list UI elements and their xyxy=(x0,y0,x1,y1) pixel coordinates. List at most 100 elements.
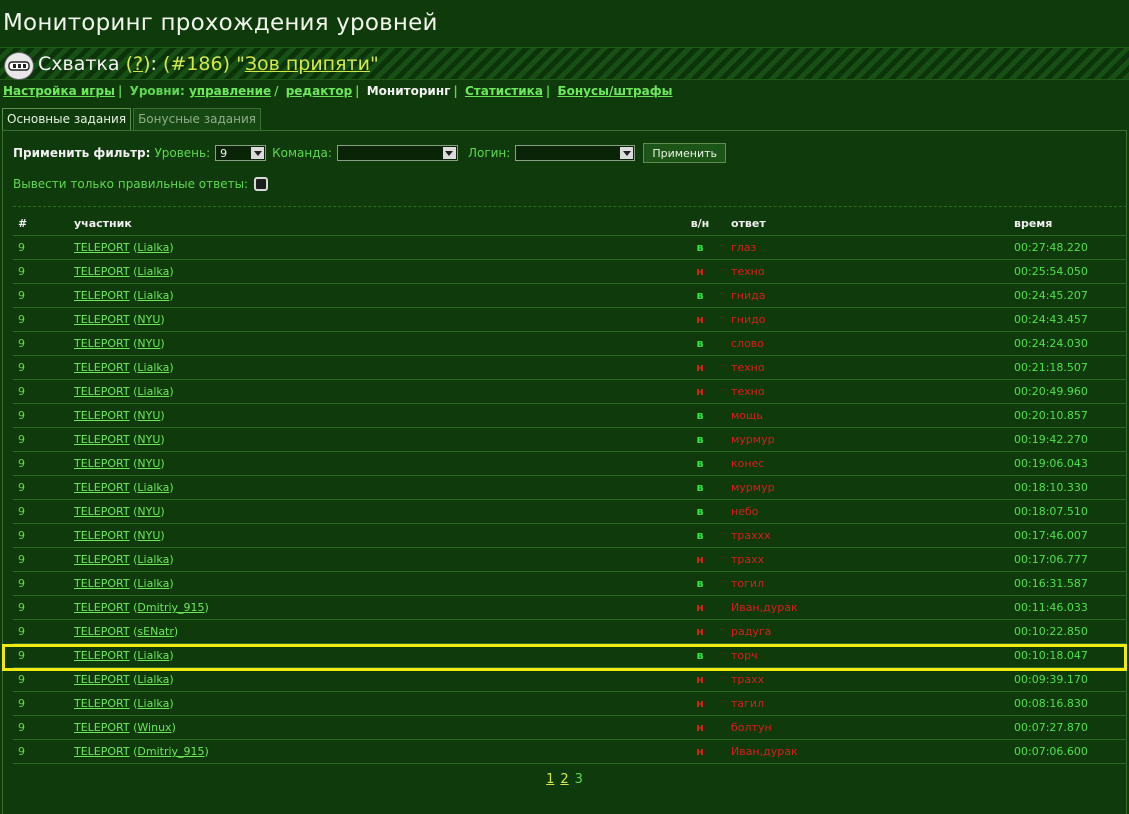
col-correct-header: в/н xyxy=(674,212,726,236)
row-time: 00:19:06.043 xyxy=(1009,451,1127,476)
nav-bonuses[interactable]: Бонусы/штрафы xyxy=(558,84,673,98)
row-level: 9 xyxy=(13,523,69,548)
game-name-link[interactable]: Зов припяти xyxy=(245,53,370,75)
table-row: 9 TELEPORT (Lialka) в мурмур 00:18:10.330 xyxy=(13,475,1127,500)
user-link[interactable]: NYU xyxy=(137,529,160,542)
team-link[interactable]: TELEPORT xyxy=(74,289,130,302)
row-level: 9 xyxy=(13,427,69,452)
user-link[interactable]: NYU xyxy=(137,457,160,470)
user-link[interactable]: Winux xyxy=(137,721,171,734)
user-link[interactable]: Dmitriy_915 xyxy=(137,745,204,758)
user-link[interactable]: NYU xyxy=(137,409,160,422)
user-link[interactable]: Lialka xyxy=(137,241,169,254)
user-link[interactable]: sENatr xyxy=(137,625,174,638)
filter-title: Применить фильтр: xyxy=(13,146,151,160)
page-link[interactable]: 2 xyxy=(560,772,568,787)
team-link[interactable]: TELEPORT xyxy=(74,313,130,326)
team-link[interactable]: TELEPORT xyxy=(74,433,130,446)
row-time: 00:24:43.457 xyxy=(1009,307,1127,332)
team-link[interactable]: TELEPORT xyxy=(74,601,130,614)
team-link[interactable]: TELEPORT xyxy=(74,721,130,734)
row-level: 9 xyxy=(13,715,69,740)
team-link[interactable]: TELEPORT xyxy=(74,337,130,350)
row-answer: гнида xyxy=(726,283,1009,308)
team-link[interactable]: TELEPORT xyxy=(74,505,130,518)
user-link[interactable]: NYU xyxy=(137,505,160,518)
row-participant: TELEPORT (Dmitriy_915) xyxy=(69,739,674,764)
row-correct-flag: в xyxy=(674,643,726,668)
team-link[interactable]: TELEPORT xyxy=(74,241,130,254)
user-link[interactable]: Lialka xyxy=(137,481,169,494)
row-answer: слово xyxy=(726,331,1009,356)
row-time: 00:18:10.330 xyxy=(1009,475,1127,500)
row-answer: глаз xyxy=(726,235,1009,260)
user-link[interactable]: Lialka xyxy=(137,265,169,278)
team-link[interactable]: TELEPORT xyxy=(74,553,130,566)
row-participant: TELEPORT (NYU) xyxy=(69,523,674,548)
user-link[interactable]: Lialka xyxy=(137,289,169,302)
team-link[interactable]: TELEPORT xyxy=(74,649,130,662)
monitoring-table: # участник в/н ответ время 9 TELEPORT (Li… xyxy=(13,212,1127,764)
team-link[interactable]: TELEPORT xyxy=(74,409,130,422)
team-link[interactable]: TELEPORT xyxy=(74,697,130,710)
user-link[interactable]: Lialka xyxy=(137,385,169,398)
correct-only-label: Вывести только правильные ответы: xyxy=(13,177,249,191)
user-link[interactable]: NYU xyxy=(137,313,160,326)
nav-levels-manage[interactable]: управление xyxy=(189,84,271,98)
game-help-link[interactable]: ? xyxy=(133,53,143,75)
user-link[interactable]: Lialka xyxy=(137,673,169,686)
game-title: Схватка (?): (#186) "Зов припяти" xyxy=(38,53,379,75)
row-participant: TELEPORT (Lialka) xyxy=(69,475,674,500)
login-select[interactable] xyxy=(515,145,636,161)
row-level: 9 xyxy=(13,355,69,380)
nav-statistics[interactable]: Статистика xyxy=(465,84,543,98)
row-level: 9 xyxy=(13,667,69,692)
row-participant: TELEPORT (Lialka) xyxy=(69,691,674,716)
user-link[interactable]: Lialka xyxy=(137,649,169,662)
row-time: 00:21:18.507 xyxy=(1009,355,1127,380)
row-answer: техно xyxy=(726,259,1009,284)
row-level: 9 xyxy=(13,475,69,500)
user-link[interactable]: NYU xyxy=(137,337,160,350)
nav-levels-editor[interactable]: редактор xyxy=(286,84,352,98)
user-link[interactable]: Lialka xyxy=(137,361,169,374)
user-link[interactable]: Dmitriy_915 xyxy=(137,601,204,614)
team-link[interactable]: TELEPORT xyxy=(74,745,130,758)
row-time: 00:16:31.587 xyxy=(1009,571,1127,596)
team-link[interactable]: TELEPORT xyxy=(74,361,130,374)
nav-game-settings[interactable]: Настройка игры xyxy=(3,84,115,98)
correct-only-checkbox[interactable] xyxy=(254,177,269,191)
team-link[interactable]: TELEPORT xyxy=(74,625,130,638)
row-participant: TELEPORT (Lialka) xyxy=(69,379,674,404)
row-answer: Иван,дурак xyxy=(726,595,1009,620)
row-correct-flag: н xyxy=(674,259,726,284)
row-level: 9 xyxy=(13,547,69,572)
page-link[interactable]: 1 xyxy=(546,772,554,787)
row-correct-flag: н xyxy=(674,619,726,644)
row-time: 00:20:49.960 xyxy=(1009,379,1127,404)
user-link[interactable]: NYU xyxy=(137,433,160,446)
team-link[interactable]: TELEPORT xyxy=(74,673,130,686)
user-link[interactable]: Lialka xyxy=(137,697,169,710)
apply-filter-button[interactable]: Применить xyxy=(643,143,727,163)
team-link[interactable]: TELEPORT xyxy=(74,529,130,542)
tab-main-tasks[interactable]: Основные задания xyxy=(2,108,132,130)
team-link[interactable]: TELEPORT xyxy=(74,265,130,278)
row-level: 9 xyxy=(13,595,69,620)
level-select[interactable]: 9 xyxy=(215,145,267,161)
row-answer: мурмур xyxy=(726,475,1009,500)
team-link[interactable]: TELEPORT xyxy=(74,457,130,470)
row-participant: TELEPORT (NYU) xyxy=(69,451,674,476)
row-answer: траххх xyxy=(726,523,1009,548)
row-correct-flag: в xyxy=(674,451,726,476)
team-link[interactable]: TELEPORT xyxy=(74,481,130,494)
user-link[interactable]: Lialka xyxy=(137,553,169,566)
row-level: 9 xyxy=(13,691,69,716)
tab-bonus-tasks[interactable]: Бонусные задания xyxy=(133,108,261,130)
page-title: Мониторинг прохождения уровней xyxy=(3,10,438,36)
row-answer: небо xyxy=(726,499,1009,524)
team-link[interactable]: TELEPORT xyxy=(74,385,130,398)
user-link[interactable]: Lialka xyxy=(137,577,169,590)
team-select[interactable] xyxy=(336,145,458,161)
team-link[interactable]: TELEPORT xyxy=(74,577,130,590)
